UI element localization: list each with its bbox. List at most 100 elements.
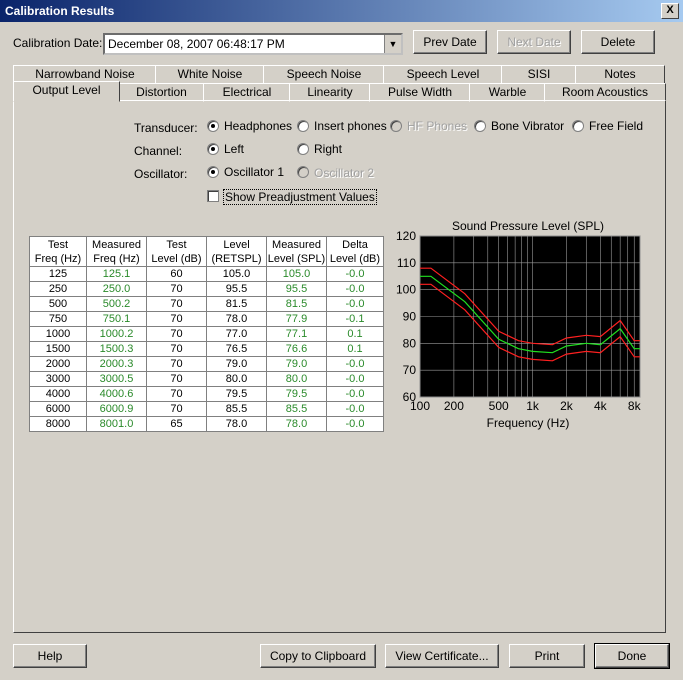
table-row: 2000 2000.3 70 79.0 79.0 -0.0 xyxy=(29,356,384,372)
table-row: 1500 1500.3 70 76.5 76.6 0.1 xyxy=(29,341,384,357)
col-delta-level-line1: Delta xyxy=(342,238,368,251)
table-row: 750 750.1 70 78.0 77.9 -0.1 xyxy=(29,311,384,327)
table-cell: 78.0 xyxy=(206,311,267,327)
col-test-freq-line1: Test xyxy=(47,238,69,251)
table-cell: 2000.3 xyxy=(86,356,147,372)
channel-label: Channel: xyxy=(134,144,183,158)
hf-phones-label[interactable]: HF Phones xyxy=(407,119,467,133)
y-tick-label: 80 xyxy=(403,336,417,350)
chart-xlabel: Frequency (Hz) xyxy=(487,416,570,430)
next-date-button[interactable]: Next Date xyxy=(497,30,571,54)
radio-headphones[interactable] xyxy=(207,120,219,132)
view-certificate-button[interactable]: View Certificate... xyxy=(385,644,499,668)
done-button[interactable]: Done xyxy=(594,643,670,669)
show-preadjustment-checkbox[interactable] xyxy=(207,190,219,202)
col-test-level-line2: Level (dB) xyxy=(151,252,202,265)
table-cell: 70 xyxy=(146,311,207,327)
table-cell: 65 xyxy=(146,416,207,432)
col-measured-level-line2: Level (SPL) xyxy=(267,252,326,265)
x-tick-label: 8k xyxy=(628,399,642,413)
table-cell: 500 xyxy=(29,296,87,312)
free-field-label[interactable]: Free Field xyxy=(589,119,643,133)
oscillator-label: Oscillator: xyxy=(134,167,188,181)
table-cell: 78.0 xyxy=(206,416,267,432)
table-cell: 2000 xyxy=(29,356,87,372)
tab-notes[interactable]: Notes xyxy=(575,65,665,84)
close-icon[interactable]: X xyxy=(661,3,679,19)
insert-phones-label[interactable]: Insert phones xyxy=(314,119,387,133)
table-cell: 70 xyxy=(146,386,207,402)
table-cell: 4000 xyxy=(29,386,87,402)
table-cell: 79.5 xyxy=(266,386,327,402)
table-cell: 1000.2 xyxy=(86,326,147,342)
tab-sisi[interactable]: SISI xyxy=(501,65,577,84)
y-tick-label: 110 xyxy=(397,256,416,270)
radio-free-field[interactable] xyxy=(572,120,584,132)
table-cell: -0.0 xyxy=(326,416,384,432)
tab-speech-level[interactable]: Speech Level xyxy=(383,65,503,84)
table-cell: 70 xyxy=(146,401,207,417)
table-cell: 77.1 xyxy=(266,326,327,342)
calibration-date-select[interactable]: December 08, 2007 06:48:17 PM ▼ xyxy=(103,33,403,55)
delete-button[interactable]: Delete xyxy=(581,30,655,54)
bone-vibrator-label[interactable]: Bone Vibrator xyxy=(491,119,564,133)
left-label[interactable]: Left xyxy=(224,142,244,156)
show-preadjustment-label[interactable]: Show Preadjustment Values xyxy=(223,189,377,205)
calibration-date-value: December 08, 2007 06:48:17 PM xyxy=(108,37,285,51)
x-tick-label: 100 xyxy=(410,399,430,413)
table-cell: 80.0 xyxy=(266,371,327,387)
tab-speech-noise[interactable]: Speech Noise xyxy=(263,65,385,84)
table-cell: 79.0 xyxy=(206,356,267,372)
oscillator-2-label[interactable]: Oscillator 2 xyxy=(314,166,374,180)
calibration-date-label: Calibration Date: xyxy=(13,36,103,50)
table-cell: 125 xyxy=(29,266,87,282)
table-row: 4000 4000.6 70 79.5 79.5 -0.0 xyxy=(29,386,384,402)
table-cell: 1000 xyxy=(29,326,87,342)
table-cell: 1500.3 xyxy=(86,341,147,357)
table-cell: 8000 xyxy=(29,416,87,432)
table-cell: -0.0 xyxy=(326,401,384,417)
table-cell: 60 xyxy=(146,266,207,282)
radio-right[interactable] xyxy=(297,143,309,155)
help-button[interactable]: Help xyxy=(13,644,87,668)
table-cell: 0.1 xyxy=(326,341,384,357)
tab-output-level[interactable]: Output Level xyxy=(13,81,120,102)
table-cell: -0.1 xyxy=(326,311,384,327)
x-tick-label: 1k xyxy=(526,399,540,413)
radio-bone-vibrator[interactable] xyxy=(474,120,486,132)
table-row: 3000 3000.5 70 80.0 80.0 -0.0 xyxy=(29,371,384,387)
headphones-label[interactable]: Headphones xyxy=(224,119,292,133)
table-cell: 81.5 xyxy=(266,296,327,312)
table-body: 125 125.1 60 105.0 105.0 -0.0 250 250.0 70 95.5 95… xyxy=(29,266,384,432)
chevron-down-icon[interactable]: ▼ xyxy=(384,35,401,53)
oscillator-1-label[interactable]: Oscillator 1 xyxy=(224,165,284,179)
table-cell: 105.0 xyxy=(266,266,327,282)
table-cell: 6000 xyxy=(29,401,87,417)
x-tick-label: 500 xyxy=(489,399,509,413)
table-cell: 0.1 xyxy=(326,326,384,342)
table-cell: 78.0 xyxy=(266,416,327,432)
table-cell: -0.0 xyxy=(326,266,384,282)
col-retspl-line2: (RETSPL) xyxy=(211,252,262,265)
table-cell: 70 xyxy=(146,296,207,312)
copy-to-clipboard-button[interactable]: Copy to Clipboard xyxy=(260,644,376,668)
table-cell: 95.5 xyxy=(206,281,267,297)
table-cell: -0.0 xyxy=(326,371,384,387)
tab-white-noise[interactable]: White Noise xyxy=(155,65,265,84)
radio-oscillator-1[interactable] xyxy=(207,166,219,178)
radio-oscillator-2[interactable] xyxy=(297,166,309,178)
radio-left[interactable] xyxy=(207,143,219,155)
col-measured-level: Measured Level (SPL) xyxy=(266,236,327,267)
col-test-freq: Test Freq (Hz) xyxy=(29,236,87,267)
table-cell: 85.5 xyxy=(266,401,327,417)
radio-insert-phones[interactable] xyxy=(297,120,309,132)
prev-date-button[interactable]: Prev Date xyxy=(413,30,487,54)
print-button[interactable]: Print xyxy=(509,644,585,668)
radio-hf-phones[interactable] xyxy=(390,120,402,132)
table-cell: -0.0 xyxy=(326,356,384,372)
right-label[interactable]: Right xyxy=(314,142,342,156)
table-row: 500 500.2 70 81.5 81.5 -0.0 xyxy=(29,296,384,312)
table-cell: 70 xyxy=(146,371,207,387)
table-cell: 70 xyxy=(146,356,207,372)
x-tick-label: 2k xyxy=(560,399,574,413)
